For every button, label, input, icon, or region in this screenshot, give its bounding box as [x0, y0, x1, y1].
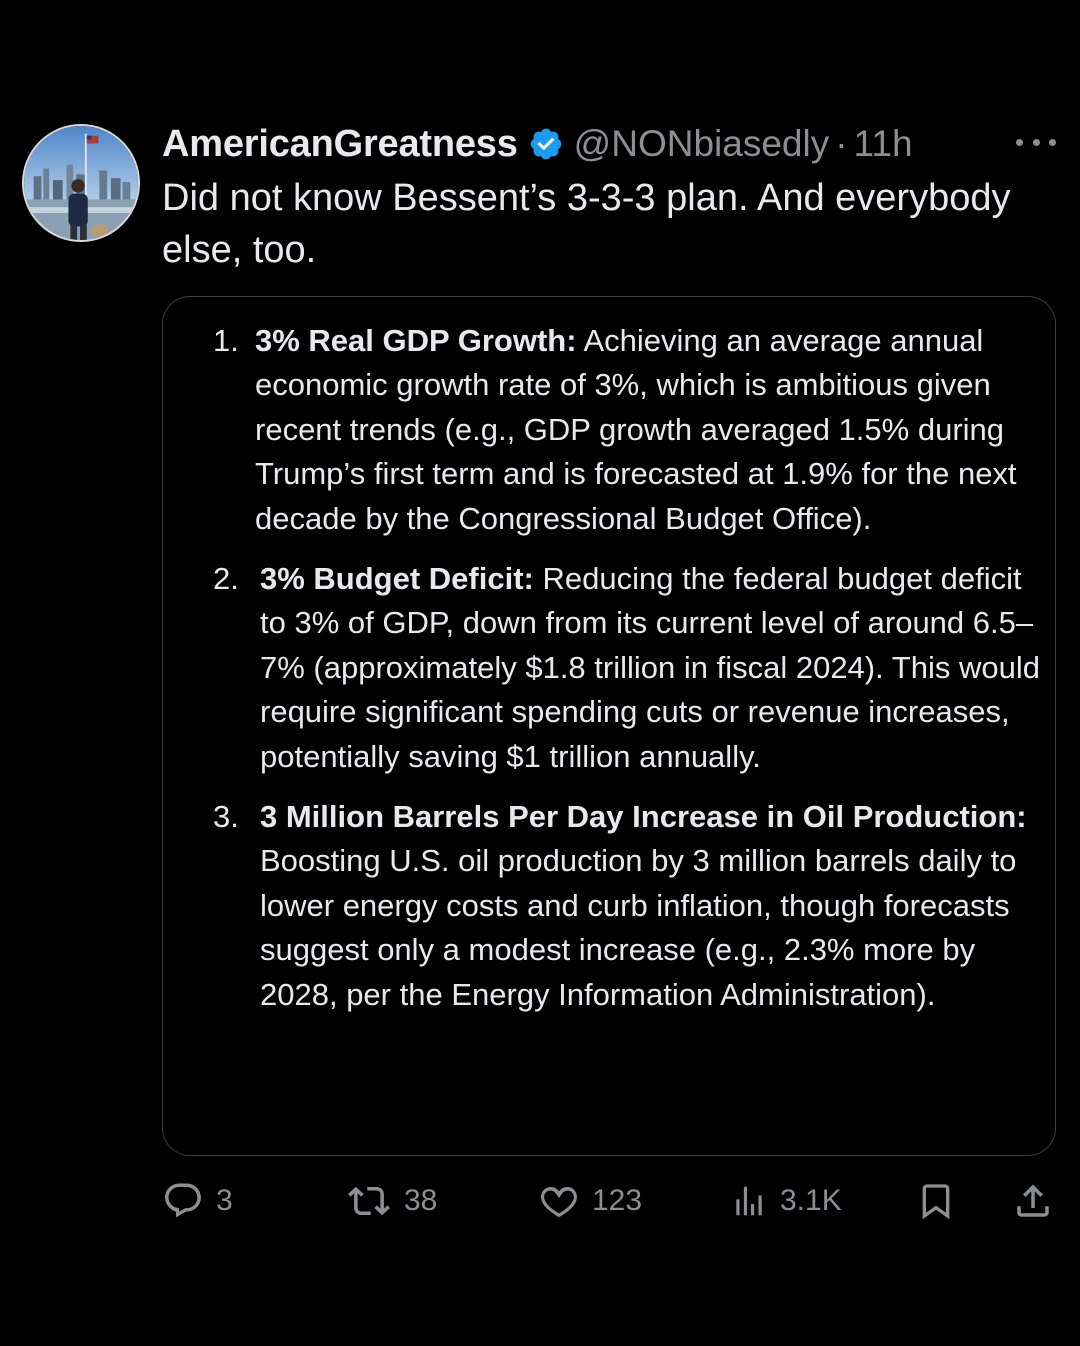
- timestamp[interactable]: 11h: [854, 123, 913, 165]
- views-button[interactable]: 3.1K: [730, 1176, 842, 1226]
- bookmark-button[interactable]: [916, 1176, 956, 1226]
- heart-icon: [541, 1186, 577, 1218]
- list-item-title: 3% Budget Deficit:: [260, 561, 534, 597]
- like-count: 123: [592, 1184, 643, 1217]
- verified-badge-icon[interactable]: [528, 126, 564, 162]
- embedded-text-image[interactable]: 1. 3% Real GDP Growth: Achieving an aver…: [162, 296, 1056, 1156]
- repost-icon: [348, 1186, 390, 1216]
- list-item-title: 3% Real GDP Growth:: [255, 323, 577, 358]
- user-handle[interactable]: @NONbiasedly: [574, 123, 830, 165]
- tweet-text: Did not know Bessent’s 3-3-3 plan. And e…: [162, 177, 1011, 271]
- list-item: 3. 3 Million Barrels Per Day Increase in…: [163, 795, 1055, 1017]
- reply-count: 3: [216, 1184, 233, 1217]
- reply-button[interactable]: 3: [162, 1176, 233, 1226]
- repost-count: 38: [404, 1184, 438, 1217]
- list-item-title: 3 Million Barrels Per Day Increase in Oi…: [260, 799, 1027, 835]
- views-count: 3.1K: [780, 1184, 842, 1217]
- plan-list: 1. 3% Real GDP Growth: Achieving an aver…: [163, 319, 1055, 1033]
- more-horizontal-icon[interactable]: [1016, 128, 1056, 156]
- list-item-number: 1.: [213, 323, 239, 358]
- like-button[interactable]: 123: [538, 1176, 642, 1226]
- list-item: 2. 3% Budget Deficit: Reducing the feder…: [163, 557, 1055, 779]
- tweet-header: AmericanGreatness @NONbiasedly · 11h: [162, 116, 913, 172]
- bookmark-icon: [922, 1184, 950, 1220]
- avatar-photo: [24, 126, 138, 240]
- reply-icon: [165, 1183, 201, 1218]
- avatar[interactable]: [22, 124, 140, 242]
- list-item-number: 2.: [213, 561, 239, 597]
- list-item: 1. 3% Real GDP Growth: Achieving an aver…: [163, 319, 1055, 541]
- share-button[interactable]: [1012, 1176, 1054, 1226]
- list-item-text: Boosting U.S. oil production by 3 millio…: [260, 843, 1017, 1012]
- list-item-number: 3.: [213, 799, 239, 835]
- display-name[interactable]: AmericanGreatness: [162, 123, 518, 166]
- separator-dot: ·: [835, 123, 848, 164]
- repost-button[interactable]: 38: [346, 1176, 437, 1226]
- action-bar: 3 38 123 3.1K: [162, 1176, 1062, 1226]
- share-icon: [1017, 1184, 1049, 1217]
- views-chart-icon: [736, 1186, 762, 1216]
- tweet[interactable]: AmericanGreatness @NONbiasedly · 11h Did…: [0, 0, 1080, 1346]
